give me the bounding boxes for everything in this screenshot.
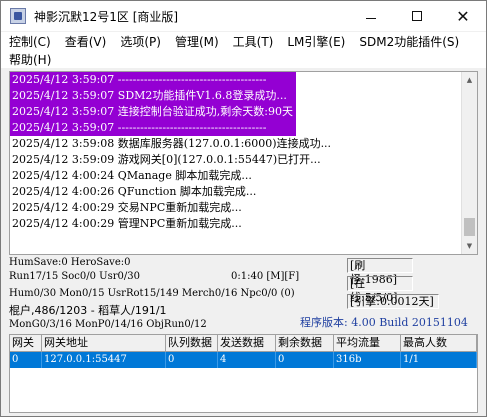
minimize-button[interactable] bbox=[348, 1, 394, 31]
log-line: 2025/4/12 3:59:07 连接控制台验证成功,剩余天数:90天 bbox=[10, 104, 296, 120]
cell-address: 127.0.0.1:55447 bbox=[42, 352, 166, 368]
status-monsters: 棍户,486/1203 - 稻草人/191/1 bbox=[9, 304, 167, 317]
log-scrollbar[interactable]: ▲ ▼ bbox=[461, 72, 477, 254]
scroll-down-icon[interactable]: ▼ bbox=[462, 238, 477, 254]
menu-manage[interactable]: 管理(M) bbox=[175, 33, 219, 50]
cell-queue: 0 bbox=[166, 352, 218, 368]
menu-bar: 控制(C) 查看(V) 选项(P) 管理(M) 工具(T) LM引擎(E) SD… bbox=[1, 32, 486, 68]
log-line: 2025/4/12 4:00:24 QManage 脚本加载完成... bbox=[12, 169, 252, 182]
menu-lm-engine[interactable]: LM引擎(E) bbox=[287, 33, 345, 50]
cell-sent: 4 bbox=[218, 352, 276, 368]
menu-sdm2-plugin[interactable]: SDM2功能插件(S) bbox=[359, 33, 459, 50]
main-window: 神影沉默12号1区 [商业版] ✕ 控制(C) 查看(V) 选项(P) 管理(M… bbox=[0, 0, 487, 417]
status-time: 0:1:40 [M][F] bbox=[231, 271, 300, 282]
col-gateway[interactable]: 网关 bbox=[10, 335, 42, 351]
col-remaining-data[interactable]: 剩余数据 bbox=[276, 335, 334, 351]
log-line: 2025/4/12 4:00:26 QFunction 脚本加载完成... bbox=[12, 185, 257, 198]
col-queue-data[interactable]: 队列数据 bbox=[166, 335, 218, 351]
table-header: 网关 网关地址 队列数据 发送数据 剩余数据 平均流量 最高人数 bbox=[10, 335, 477, 352]
menu-options[interactable]: 选项(P) bbox=[120, 33, 161, 50]
log-line: 2025/4/12 3:59:07 ----------------------… bbox=[10, 72, 296, 88]
cell-remaining: 0 bbox=[276, 352, 334, 368]
log-panel[interactable]: 2025/4/12 3:59:07 ----------------------… bbox=[9, 71, 478, 255]
cell-max-users: 1/1 bbox=[401, 352, 477, 368]
close-icon: ✕ bbox=[456, 6, 470, 26]
menu-help[interactable]: 帮助(H) bbox=[9, 51, 51, 68]
window-title: 神影沉默12号1区 [商业版] bbox=[34, 9, 179, 24]
title-bar[interactable]: 神影沉默12号1区 [商业版] ✕ bbox=[1, 1, 486, 31]
col-gateway-address[interactable]: 网关地址 bbox=[42, 335, 166, 351]
refresh-monster-counter: [刷怪:1986] bbox=[347, 258, 413, 286]
status-save: HumSave:0 HeroSave:0 bbox=[9, 257, 131, 268]
status-mon-objects: MonG0/3/16 MonP0/14/16 ObjRun0/12 bbox=[9, 319, 207, 330]
col-max-users[interactable]: 最高人数 bbox=[401, 335, 477, 351]
col-sent-data[interactable]: 发送数据 bbox=[218, 335, 276, 351]
menu-row-2: 帮助(H) bbox=[1, 50, 486, 68]
status-humans: Hum0/30 Mon0/15 UsrRot15/149 Merch0/16 N… bbox=[9, 288, 295, 299]
gateway-table[interactable]: 网关 网关地址 队列数据 发送数据 剩余数据 平均流量 最高人数 0 127.0… bbox=[9, 334, 478, 413]
log-line: 2025/4/12 4:00:29 管理NPC重新加载完成... bbox=[12, 217, 242, 230]
status-run: Run17/15 Soc0/0 Usr0/30 bbox=[9, 271, 140, 282]
col-avg-traffic[interactable]: 平均流量 bbox=[334, 335, 401, 351]
app-icon[interactable] bbox=[10, 8, 26, 24]
log-line: 2025/4/12 3:59:09 游戏网关[0](127.0.0.1:5544… bbox=[12, 153, 321, 166]
cell-avg-traffic: 316b bbox=[334, 352, 401, 368]
log-line: 2025/4/12 3:59:08 数据库服务器(127.0.0.1:6000)… bbox=[12, 137, 332, 150]
log-line: 2025/4/12 3:59:07 ----------------------… bbox=[10, 120, 296, 136]
maximize-button[interactable] bbox=[394, 1, 440, 31]
table-row[interactable]: 0 127.0.0.1:55447 0 4 0 316b 1/1 bbox=[10, 352, 477, 368]
menu-view[interactable]: 查看(V) bbox=[65, 33, 107, 50]
program-version: 程序版本: 4.00 Build 20151104 bbox=[300, 316, 468, 329]
minimize-icon bbox=[366, 17, 376, 19]
window-controls: ✕ bbox=[348, 1, 486, 31]
log-lines: 2025/4/12 3:59:07 ----------------------… bbox=[10, 72, 462, 232]
menu-tools[interactable]: 工具(T) bbox=[233, 33, 274, 50]
online-counter: [在线:5/5/0] bbox=[347, 276, 413, 304]
log-line: 2025/4/12 3:59:07 SDM2功能插件V1.6.8登录成功... bbox=[10, 88, 296, 104]
status-panel: HumSave:0 HeroSave:0 Run17/15 Soc0/0 Usr… bbox=[1, 257, 486, 333]
log-line: 2025/4/12 4:00:29 交易NPC重新加载完成... bbox=[12, 201, 242, 214]
close-button[interactable]: ✕ bbox=[440, 1, 486, 31]
engine-uptime: [引擎:0.0012天] bbox=[347, 294, 439, 309]
scroll-thumb[interactable] bbox=[464, 218, 475, 236]
maximize-icon bbox=[412, 11, 422, 21]
menu-row-1: 控制(C) 查看(V) 选项(P) 管理(M) 工具(T) LM引擎(E) SD… bbox=[1, 32, 486, 50]
cell-gateway: 0 bbox=[10, 352, 42, 368]
menu-control[interactable]: 控制(C) bbox=[9, 33, 51, 50]
scroll-up-icon[interactable]: ▲ bbox=[462, 72, 477, 88]
